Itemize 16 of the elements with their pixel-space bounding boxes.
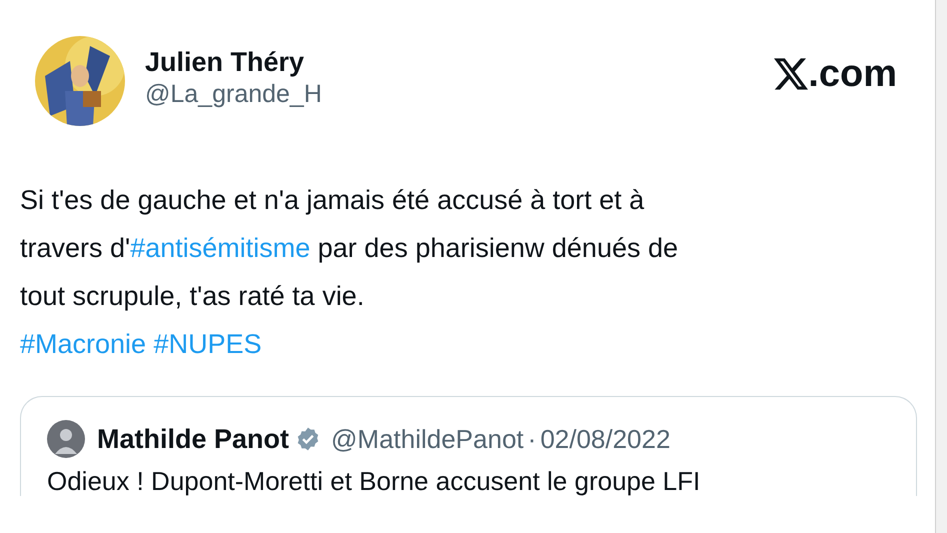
hashtag-link[interactable]: #NUPES (154, 329, 262, 359)
separator-dot: · (528, 422, 536, 456)
quoted-author-name: Mathilde Panot (97, 423, 290, 456)
tweet-text: Si t'es de gauche et n'a jamais été accusé à tort et à travers d'#antisémitisme par des pharisienw dénués de tout scrupule, t'as raté ta vie. #Macronie #NUPES (20, 184, 680, 361)
scrollbar[interactable] (935, 0, 947, 533)
hashtag-link[interactable]: #antisémitisme (130, 233, 310, 263)
quoted-author-handle: @MathildePanot (331, 422, 524, 456)
quoted-text: Odieux ! Dupont-Moretti et Borne accusent le groupe LFI (47, 466, 702, 496)
site-name: .com (808, 54, 897, 94)
quoted-date: 02/08/2022 (540, 422, 670, 456)
quoted-tweet-card[interactable]: Mathilde Panot @MathildePanot·02/08/2022 Odieux ! Dupont-Moretti et Borne accusent le groupe LFI (20, 396, 917, 496)
hashtag-link[interactable]: #Macronie (20, 329, 146, 359)
author-handle: @La_grande_H (145, 79, 322, 110)
x-logo-icon (774, 58, 808, 90)
avatar-icon (47, 420, 85, 458)
author-name: Julien Théry (145, 46, 306, 78)
